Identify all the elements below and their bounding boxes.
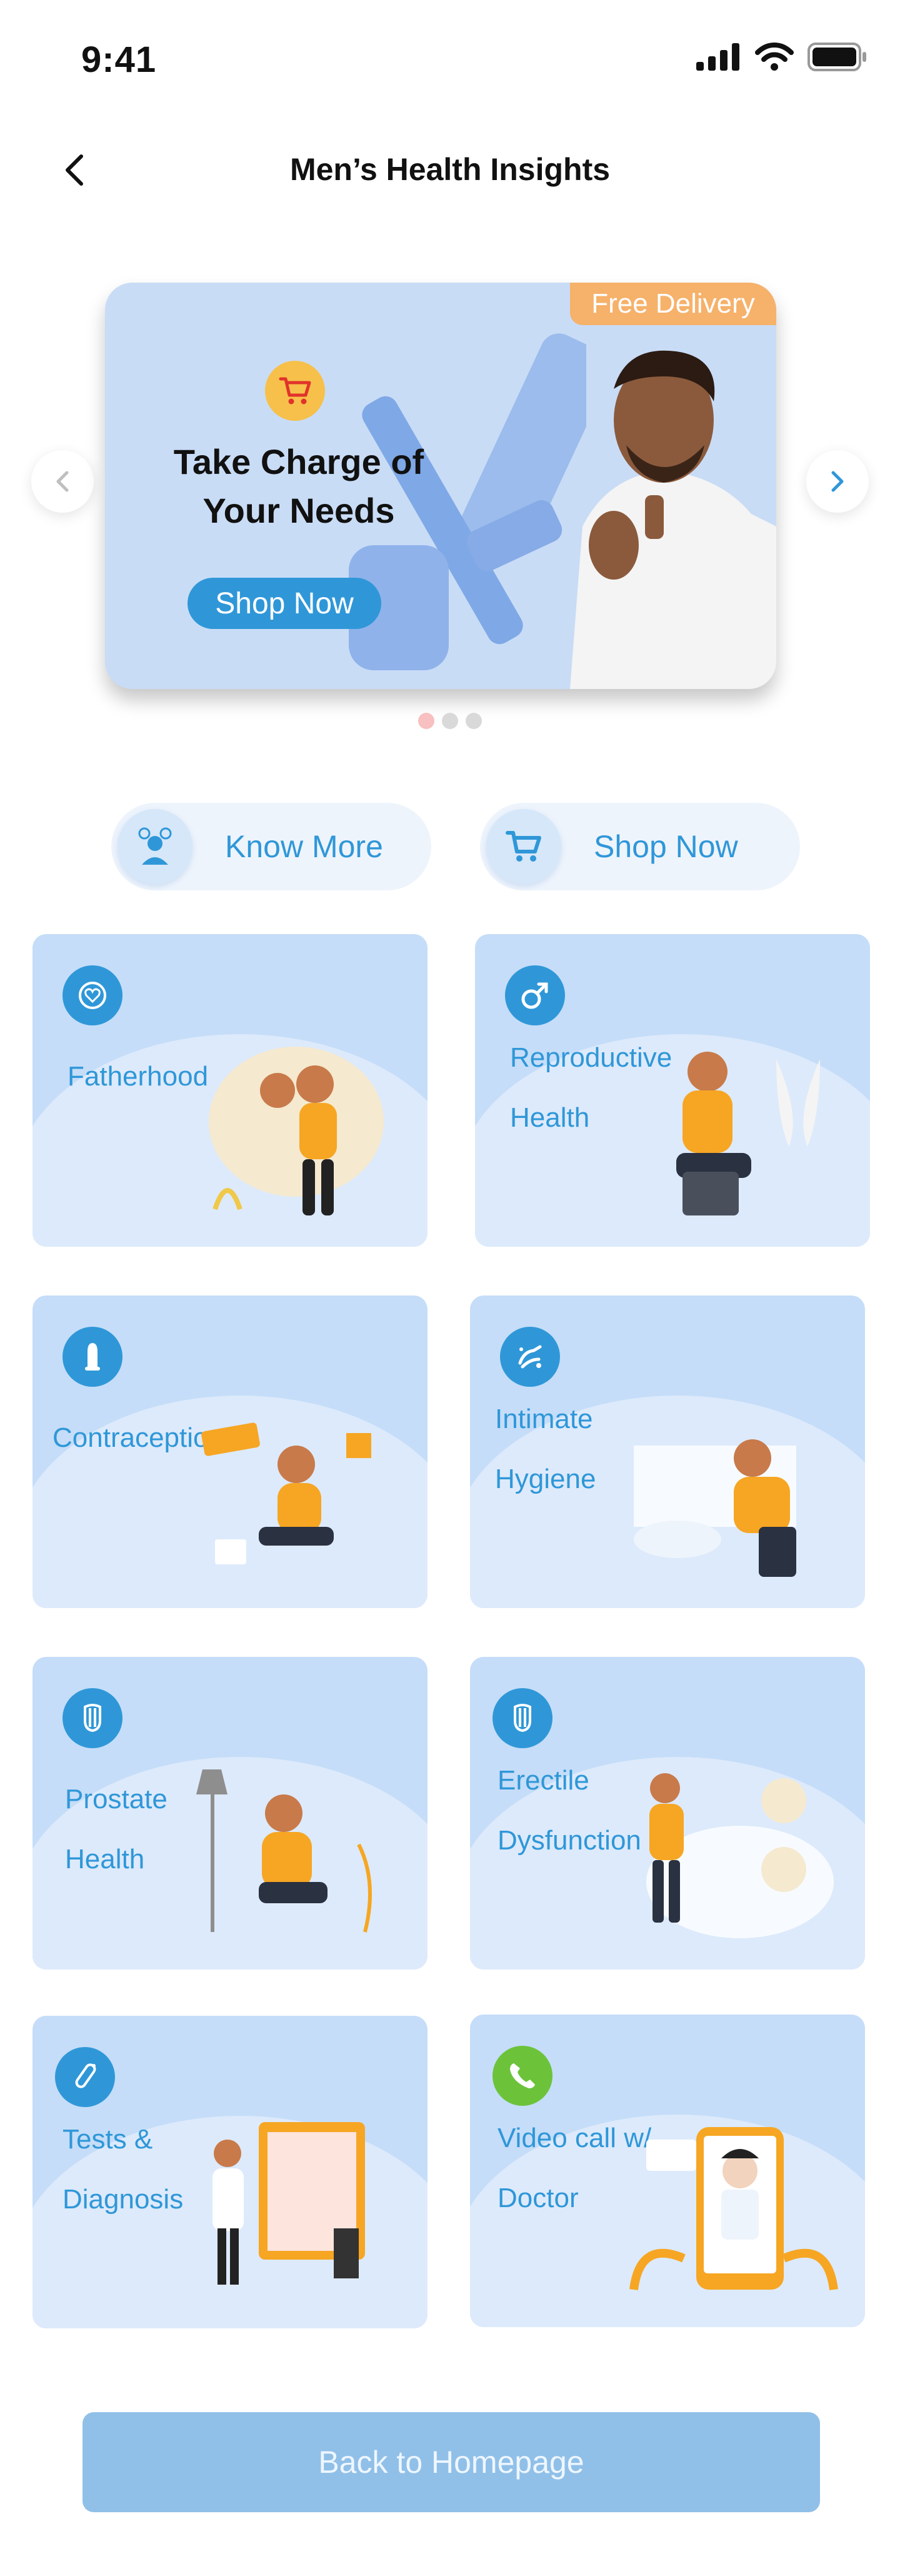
cart-badge [265, 361, 325, 421]
carousel-prev-button[interactable] [31, 450, 94, 513]
shop-now-button[interactable]: Shop Now [480, 803, 800, 890]
video-call-doctor-illustration [629, 2127, 838, 2290]
battery-icon [808, 43, 866, 71]
banner-headline-line2: Your Needs [202, 491, 395, 530]
category-card-fatherhood[interactable]: Fatherhood [32, 934, 428, 1247]
status-bar: 9:41 [0, 0, 900, 119]
person-question-icon [118, 809, 192, 884]
promo-carousel: Free Delivery Take Charge of Your Needs … [0, 275, 900, 750]
know-more-button[interactable]: Know More [111, 803, 431, 890]
wifi-icon [755, 43, 794, 71]
cart-icon [486, 809, 561, 884]
category-card-reproductive-health[interactable]: Reproductive Health [475, 934, 870, 1247]
carousel-dot[interactable] [466, 713, 482, 729]
status-icons [696, 43, 868, 71]
condom-icon [62, 1327, 122, 1387]
test-tube-icon [55, 2047, 115, 2107]
quick-actions: Know More Shop Now [0, 803, 900, 890]
shop-now-label: Shop Now [594, 829, 738, 864]
signal-icon [696, 43, 739, 71]
man-with-pills-illustration [570, 350, 776, 689]
banner-headline-line1: Take Charge of [173, 442, 424, 481]
chevron-right-icon [831, 471, 844, 492]
back-to-homepage-button[interactable]: Back to Homepage [82, 2412, 820, 2512]
heart-icon [62, 965, 122, 1025]
category-card-erectile-dysfunction[interactable]: Erectile Dysfunction [470, 1657, 865, 1970]
stressed-man-illustration [196, 1769, 372, 1933]
carousel-next-button[interactable] [806, 450, 869, 513]
erectile-dysfunction-illustration [646, 1773, 834, 1938]
prostate-icon [62, 1688, 122, 1748]
status-time: 9:41 [81, 39, 157, 80]
washing-hands-illustration [634, 1439, 796, 1577]
chevron-left-icon [56, 471, 69, 492]
carousel-dots [0, 713, 900, 729]
worried-man-illustration [676, 1052, 820, 1215]
category-card-video-call-doctor[interactable]: Video call w/ Doctor [470, 2015, 865, 2327]
father-baby-illustration [209, 1047, 384, 1215]
banner-shop-now-button[interactable]: Shop Now [188, 578, 381, 629]
promo-banner[interactable]: Free Delivery Take Charge of Your Needs … [105, 283, 776, 689]
category-card-intimate-hygiene[interactable]: Intimate Hygiene [470, 1296, 865, 1608]
carousel-dot[interactable] [442, 713, 458, 729]
banner-headline: Take Charge of Your Needs [155, 438, 442, 535]
category-card-tests-diagnosis[interactable]: Tests & Diagnosis [32, 2016, 428, 2328]
free-delivery-badge: Free Delivery [570, 283, 776, 325]
category-card-prostate-health[interactable]: Prostate Health [32, 1657, 428, 1970]
category-card-contraception[interactable]: Contraception [32, 1296, 428, 1608]
header: Men’s Health Insights [0, 125, 900, 219]
page-title: Men’s Health Insights [289, 152, 611, 187]
hand-washing-icon [500, 1327, 560, 1387]
contraception-illustration [201, 1422, 371, 1564]
phone-icon [492, 2046, 552, 2106]
prostate-icon [492, 1688, 552, 1748]
cart-icon [279, 377, 311, 405]
carousel-dot[interactable] [418, 713, 434, 729]
know-more-label: Know More [225, 829, 383, 864]
male-symbol-icon [505, 965, 565, 1025]
doctor-prescription-illustration [212, 2122, 365, 2285]
